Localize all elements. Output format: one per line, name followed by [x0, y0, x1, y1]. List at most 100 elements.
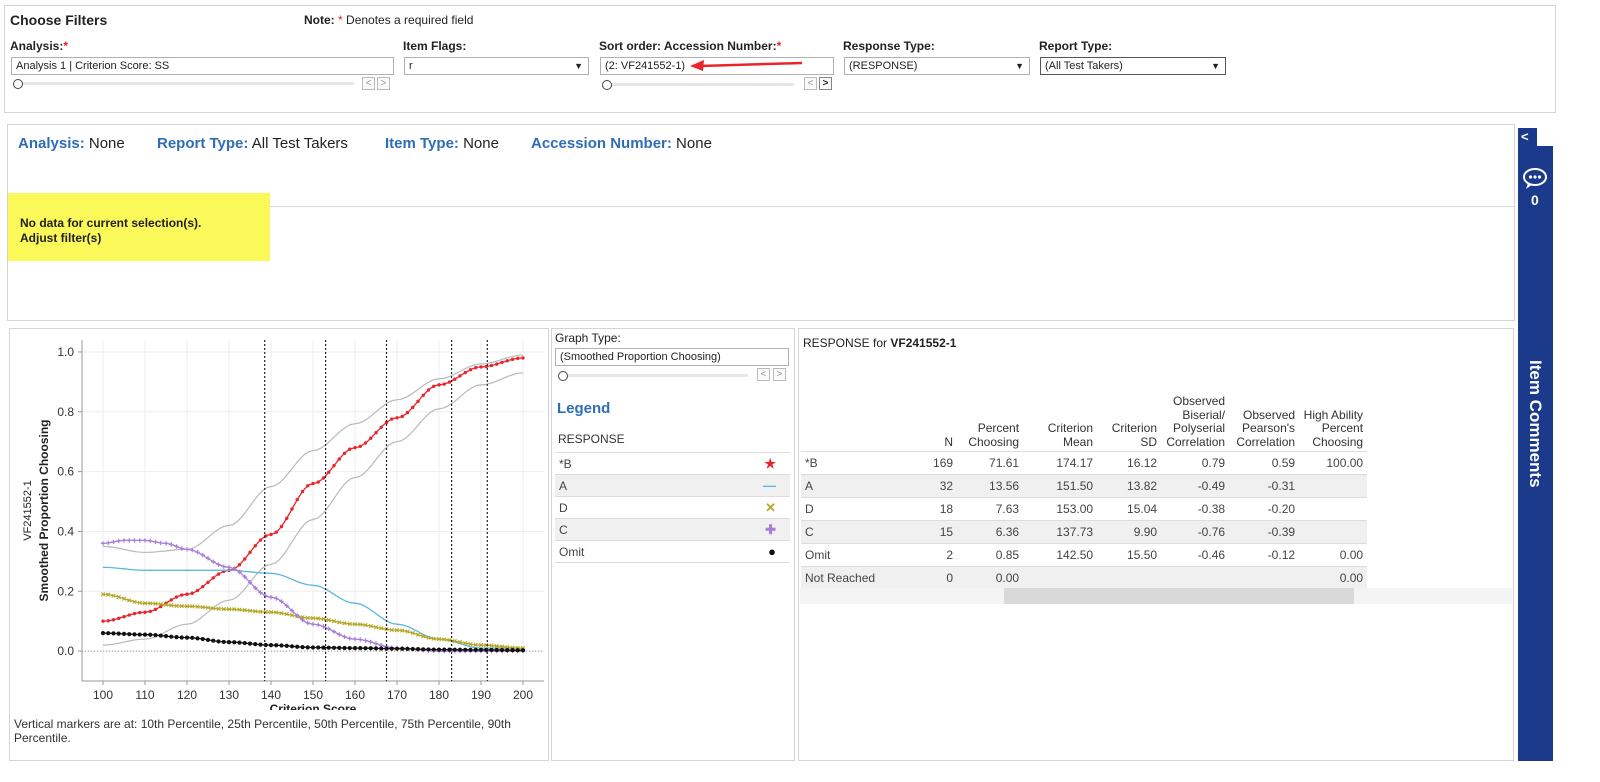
data-point	[127, 538, 132, 543]
data-point	[342, 634, 347, 639]
data-point	[311, 481, 315, 486]
legend-item-c[interactable]: C ✚	[555, 519, 790, 541]
accession-slider-track[interactable]	[606, 83, 794, 86]
x-tick-label: 200	[513, 688, 533, 702]
data-point	[169, 598, 173, 602]
data-point	[331, 645, 337, 650]
data-point	[510, 357, 515, 362]
data-point	[321, 645, 326, 650]
data-point	[421, 647, 426, 652]
cell: 13.82	[1097, 474, 1162, 498]
data-point	[489, 647, 494, 653]
analysis-next-button[interactable]: >	[377, 77, 390, 90]
table-row[interactable]: Omit 2 0.85 142.50 15.50 -0.46 -0.12 0.00	[801, 543, 1368, 567]
criterion-chart: 100 110 120 130 140 150 160 170 180 190 200 0.0 0.2 0…	[22, 340, 544, 710]
table-title-item: VF241552-1	[890, 336, 957, 350]
x-axis-label: Criterion Score	[270, 702, 357, 710]
data-point	[174, 635, 179, 640]
cell: 0.00	[957, 566, 1024, 589]
item-type-key: Item Type:	[385, 135, 459, 152]
table-row[interactable]: D 18 7.63 153.00 15.04 -0.38 -0.20	[801, 497, 1368, 521]
data-point	[121, 538, 127, 543]
data-point	[479, 365, 483, 369]
x-tick-label: 180	[429, 688, 449, 702]
data-point	[258, 642, 263, 647]
table-row[interactable]: A 32 13.56 151.50 13.82 -0.49 -0.31	[801, 474, 1368, 498]
dash-icon: —	[763, 478, 776, 493]
table-row[interactable]: C 15 6.36 137.73 9.90 -0.76 -0.39	[801, 520, 1368, 544]
report-type-label: Report Type:	[1039, 39, 1113, 53]
data-point	[347, 636, 352, 641]
data-point	[416, 399, 420, 404]
analysis-prev-button[interactable]: <	[362, 77, 375, 90]
table-title-prefix: RESPONSE	[803, 336, 870, 350]
cell: -0.76	[1161, 520, 1230, 544]
graph-type-slider-knob[interactable]	[558, 371, 568, 381]
data-point	[442, 647, 447, 652]
graph-type-slider-track[interactable]	[562, 374, 748, 377]
item-comments-title[interactable]: Item Comments	[1525, 360, 1545, 488]
data-point	[117, 616, 121, 621]
data-point	[153, 539, 158, 545]
graph-type-prev-button[interactable]: <	[757, 368, 770, 381]
data-point	[442, 382, 446, 386]
analysis-slider-track[interactable]	[16, 82, 354, 85]
data-point	[326, 645, 331, 650]
analysis-label-text: Analysis:	[10, 39, 64, 53]
data-point	[116, 538, 121, 544]
cell: 0.00	[1299, 566, 1368, 589]
legend-label: Omit	[559, 545, 585, 559]
analysis-field[interactable]: Analysis 1 | Criterion Score: SS	[11, 57, 394, 75]
data-point	[494, 647, 499, 653]
cell: 0.59	[1229, 451, 1300, 475]
red-arrow-annotation	[690, 60, 803, 71]
accession-slider-knob[interactable]	[602, 80, 612, 90]
accession-prev-button[interactable]: <	[804, 77, 817, 90]
report-type-dropdown[interactable]: (All Test Takers) ▼	[1040, 57, 1226, 75]
data-point	[310, 645, 316, 650]
table-row[interactable]: Not Reached 0 0.00 0.00	[801, 566, 1368, 589]
y-tick-label: 0.4	[57, 524, 74, 538]
data-point	[363, 646, 368, 651]
table-row[interactable]: *B 169 71.61 174.17 16.12 0.79 0.59 100.00	[801, 451, 1368, 475]
legend-item-omit[interactable]: Omit ●	[555, 541, 790, 563]
data-point	[436, 647, 442, 652]
data-point	[431, 647, 436, 652]
data-point	[174, 595, 179, 599]
cell	[1161, 566, 1230, 589]
data-point	[137, 632, 142, 637]
accession-next-button[interactable]: >	[819, 77, 832, 90]
legend-item-d[interactable]: D ✕	[555, 497, 790, 519]
data-point	[138, 610, 142, 615]
data-point	[184, 635, 190, 640]
item-type-summary: Item Type: None	[385, 135, 499, 152]
report-type-summary: Report Type: All Test Takers	[157, 135, 348, 152]
data-point	[520, 648, 526, 653]
x-mark-icon: ✕	[765, 500, 776, 515]
col-header-mean: Criterion Mean	[1047, 421, 1094, 449]
data-point	[363, 441, 368, 445]
data-point	[373, 641, 379, 646]
horizontal-scrollbar-thumb[interactable]	[1004, 588, 1354, 604]
cell: 9.90	[1097, 520, 1162, 544]
data-point	[132, 632, 137, 637]
data-point	[411, 405, 415, 410]
data-point	[116, 631, 121, 636]
data-point	[432, 384, 436, 388]
data-point	[211, 638, 216, 643]
legend-item-b[interactable]: *B ★	[555, 453, 790, 475]
cell: 153.00	[1023, 497, 1098, 521]
graph-type-next-button[interactable]: >	[773, 368, 786, 381]
col-header-label	[801, 395, 879, 452]
data-point	[453, 377, 457, 381]
data-point	[474, 365, 478, 370]
response-type-dropdown[interactable]: (RESPONSE) ▼	[844, 57, 1030, 75]
graph-type-field[interactable]: (Smoothed Proportion Choosing)	[555, 348, 789, 366]
analysis-slider-knob[interactable]	[13, 79, 23, 89]
data-point	[201, 584, 205, 589]
cell: -0.20	[1229, 497, 1300, 521]
legend-item-a[interactable]: A —	[555, 475, 790, 497]
item-flags-dropdown[interactable]: r ▼	[404, 57, 589, 75]
collapse-button[interactable]: <	[1521, 129, 1529, 144]
data-point	[363, 638, 368, 643]
